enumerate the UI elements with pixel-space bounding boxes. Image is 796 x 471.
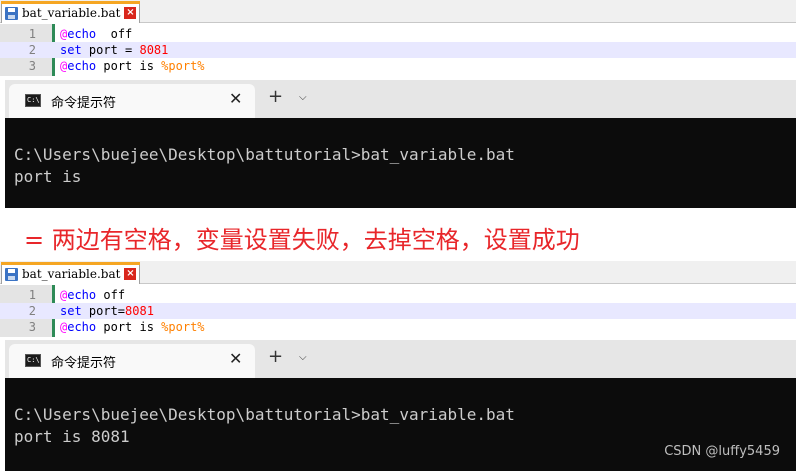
code-text: @echo off bbox=[60, 287, 125, 303]
chevron-down-icon[interactable]: ⌵ bbox=[299, 88, 307, 108]
terminal-line: C:\Users\buejee\Desktop\battutorial>bat_… bbox=[14, 145, 515, 164]
code-line: 1 @echo off bbox=[0, 26, 796, 42]
code-line: 3 @echo port is %port% bbox=[0, 58, 796, 74]
terminal-tab-bar: 命令提示符 ✕ + ⌵ bbox=[5, 80, 796, 118]
code-editor[interactable]: 1 @echo off 2 set port = 8081 3 @echo po… bbox=[0, 24, 796, 76]
code-token: set bbox=[60, 43, 82, 57]
code-token: port is bbox=[96, 320, 162, 334]
code-token: off bbox=[96, 27, 133, 41]
code-token: echo bbox=[67, 288, 97, 302]
terminal-tab-label: 命令提示符 bbox=[51, 96, 117, 111]
code-token: set bbox=[60, 304, 82, 318]
editor-tab[interactable]: bat_variable.bat × bbox=[1, 1, 141, 23]
save-icon bbox=[5, 6, 18, 20]
code-token: port = bbox=[81, 43, 140, 57]
terminal-line: port is bbox=[14, 167, 82, 186]
editor-tab-label: bat_variable.bat bbox=[22, 267, 121, 281]
line-number: 1 bbox=[28, 27, 36, 41]
terminal-output[interactable]: C:\Users\buejee\Desktop\battutorial>bat_… bbox=[5, 118, 796, 208]
watermark: CSDN @luffy5459 bbox=[664, 444, 780, 459]
terminal-tab-bar: 命令提示符 ✕ + ⌵ bbox=[5, 340, 796, 378]
code-text: set port=8081 bbox=[60, 303, 154, 319]
code-line: 2 set port = 8081 bbox=[0, 42, 796, 58]
line-number: 3 bbox=[28, 59, 36, 73]
code-token: %port% bbox=[161, 59, 205, 73]
terminal-tab-label: 命令提示符 bbox=[51, 356, 117, 371]
bottom-panel: bat_variable.bat × 1 @echo off 2 set por… bbox=[0, 261, 796, 471]
close-icon[interactable]: × bbox=[124, 7, 137, 19]
editor-tab-bar: bat_variable.bat × bbox=[0, 261, 796, 284]
top-panel: bat_variable.bat × 1 @echo off 2 set por… bbox=[0, 0, 796, 208]
code-line: 3 @echo port is %port% bbox=[0, 319, 796, 335]
line-number: 3 bbox=[28, 320, 36, 334]
code-token: echo bbox=[67, 320, 97, 334]
editor-tab-bar: bat_variable.bat × bbox=[0, 0, 796, 23]
terminal-tab[interactable]: 命令提示符 ✕ bbox=[9, 84, 255, 118]
code-text: @echo port is %port% bbox=[60, 319, 205, 335]
code-token: 8081 bbox=[139, 43, 169, 57]
new-tab-button[interactable]: + bbox=[268, 87, 283, 107]
close-icon[interactable]: × bbox=[124, 268, 137, 280]
line-number: 1 bbox=[28, 288, 36, 302]
code-token: port is bbox=[96, 59, 162, 73]
code-text: set port = 8081 bbox=[60, 42, 168, 58]
code-text: @echo port is %port% bbox=[60, 58, 205, 74]
code-line: 2 set port=8081 bbox=[0, 303, 796, 319]
code-token: off bbox=[96, 288, 126, 302]
code-token: echo bbox=[67, 59, 97, 73]
annotation-caption: = 两边有空格，变量设置失败，去掉空格，设置成功 bbox=[24, 226, 580, 254]
close-tab-icon[interactable]: ✕ bbox=[229, 89, 242, 109]
editor-tab-label: bat_variable.bat bbox=[22, 6, 121, 20]
code-line: 1 @echo off bbox=[0, 287, 796, 303]
code-token: echo bbox=[67, 27, 97, 41]
chevron-down-icon[interactable]: ⌵ bbox=[299, 348, 307, 368]
line-number: 2 bbox=[28, 43, 36, 57]
code-text: @echo off bbox=[60, 26, 132, 42]
save-icon bbox=[5, 267, 18, 281]
new-tab-button[interactable]: + bbox=[268, 347, 283, 367]
terminal-tab[interactable]: 命令提示符 ✕ bbox=[9, 344, 255, 378]
code-token: port= bbox=[81, 304, 126, 318]
line-number: 2 bbox=[28, 304, 36, 318]
code-token: %port% bbox=[161, 320, 205, 334]
code-token: 8081 bbox=[125, 304, 154, 318]
cmd-icon bbox=[25, 94, 41, 107]
code-editor[interactable]: 1 @echo off 2 set port=8081 3 @echo port… bbox=[0, 285, 796, 337]
terminal-line: C:\Users\buejee\Desktop\battutorial>bat_… bbox=[14, 405, 515, 424]
close-tab-icon[interactable]: ✕ bbox=[229, 349, 242, 369]
editor-tab[interactable]: bat_variable.bat × bbox=[1, 262, 141, 284]
cmd-icon bbox=[25, 354, 41, 367]
